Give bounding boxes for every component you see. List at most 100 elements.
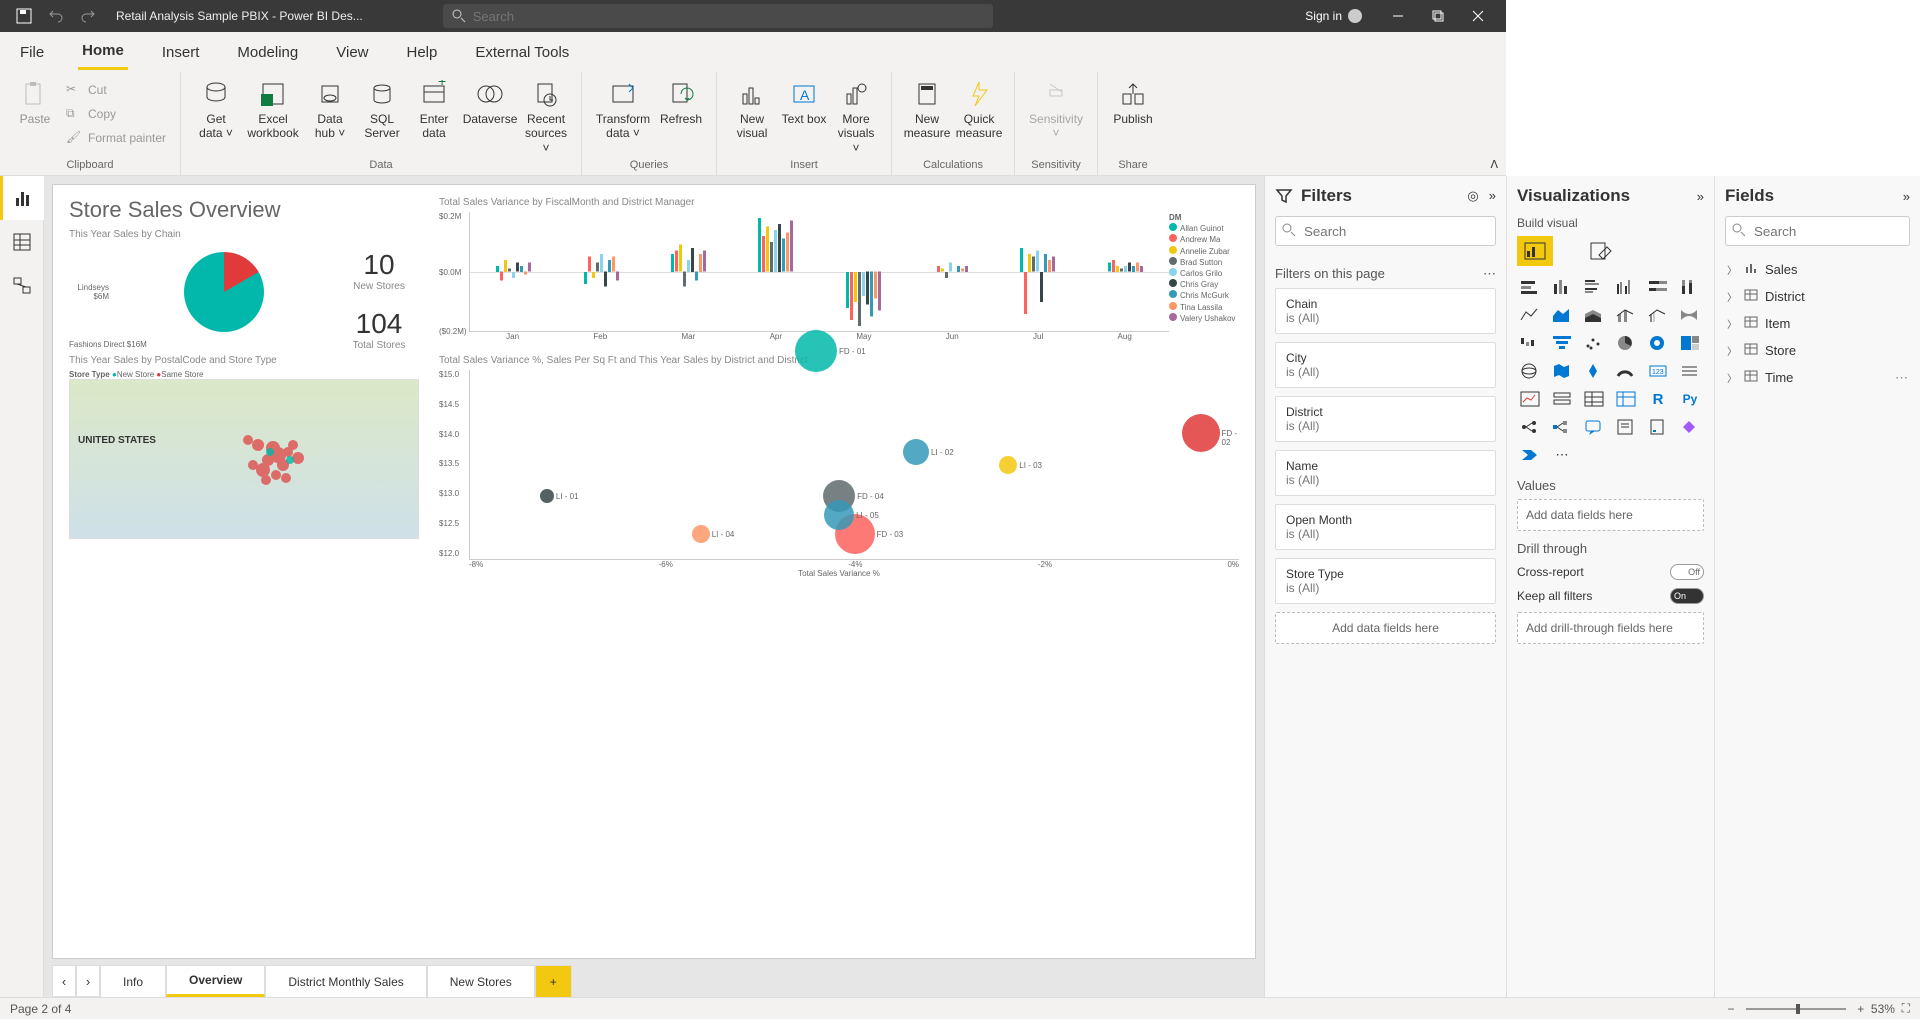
powerautomate-icon[interactable] xyxy=(1517,444,1543,466)
tab-view[interactable]: View xyxy=(332,36,372,69)
build-mode-button[interactable] xyxy=(1517,236,1553,266)
dataverse-button[interactable]: Dataverse xyxy=(461,76,519,128)
redo-icon[interactable] xyxy=(76,4,100,28)
line-icon[interactable] xyxy=(1517,304,1543,326)
azure-map-icon[interactable] xyxy=(1581,360,1607,382)
format-mode-button[interactable] xyxy=(1583,236,1619,266)
paste-button[interactable]: Paste xyxy=(10,76,60,128)
area-icon[interactable] xyxy=(1549,304,1575,326)
model-view-button[interactable] xyxy=(0,264,44,308)
fit-to-page-button[interactable]: ⛶ xyxy=(1902,1001,1910,1016)
map-icon[interactable] xyxy=(1517,360,1543,382)
report-canvas[interactable]: Store Sales Overview This Year Sales by … xyxy=(44,176,1264,997)
clustered-bar-icon[interactable] xyxy=(1581,276,1607,298)
new-visual-button[interactable]: New visual xyxy=(727,76,777,143)
key-influencers-icon[interactable] xyxy=(1517,416,1543,438)
new-measure-button[interactable]: New measure xyxy=(902,76,952,143)
paginated-icon[interactable] xyxy=(1645,416,1671,438)
transform-data-button[interactable]: Transform data ˅ xyxy=(592,76,654,143)
eye-icon[interactable]: ◎ xyxy=(1467,188,1478,204)
zoom-in-button[interactable]: + xyxy=(1857,1002,1864,1016)
save-icon[interactable] xyxy=(12,4,36,28)
report-view-button[interactable] xyxy=(0,176,44,220)
undo-icon[interactable] xyxy=(44,4,68,28)
powerapps-icon[interactable] xyxy=(1677,416,1703,438)
pie-icon[interactable] xyxy=(1613,332,1639,354)
page-tab-newstores[interactable]: New Stores xyxy=(427,965,535,997)
qa-icon[interactable] xyxy=(1581,416,1607,438)
data-hub-button[interactable]: Data hub ˅ xyxy=(305,76,355,143)
ribbon-chart-icon[interactable] xyxy=(1677,304,1703,326)
hundred-bar-icon[interactable] xyxy=(1645,276,1671,298)
tab-modeling[interactable]: Modeling xyxy=(233,36,302,69)
tab-file[interactable]: File xyxy=(16,36,48,69)
keep-filters-toggle[interactable]: On xyxy=(1670,588,1704,604)
clustered-column-icon[interactable] xyxy=(1613,276,1639,298)
funnel-icon[interactable] xyxy=(1549,332,1575,354)
tab-home[interactable]: Home xyxy=(78,34,128,70)
filter-card-open-month[interactable]: Open Monthis (All) xyxy=(1275,504,1496,550)
maximize-button[interactable] xyxy=(1418,0,1458,32)
bar-visual[interactable]: Total Sales Variance by FiscalMonth and … xyxy=(439,197,1239,351)
field-table-district[interactable]: 〉District xyxy=(1725,283,1910,310)
multi-card-icon[interactable] xyxy=(1677,360,1703,382)
cut-button[interactable]: ✂Cut xyxy=(62,80,170,100)
format-painter-button[interactable]: 🖌Format painter xyxy=(62,128,170,148)
close-button[interactable] xyxy=(1458,0,1498,32)
filter-card-district[interactable]: Districtis (All) xyxy=(1275,396,1496,442)
tab-external-tools[interactable]: External Tools xyxy=(471,36,573,69)
more-icon[interactable]: ⋯ xyxy=(1895,370,1908,386)
stacked-area-icon[interactable] xyxy=(1581,304,1607,326)
page-prev-button[interactable]: ‹ xyxy=(52,965,76,997)
donut-icon[interactable] xyxy=(1645,332,1671,354)
more-viz-icon[interactable]: ⋯ xyxy=(1549,444,1575,466)
drill-dropzone[interactable]: Add drill-through fields here xyxy=(1517,612,1704,644)
bubble-visual[interactable]: Total Sales Variance %, Sales Per Sq Ft … xyxy=(439,355,1239,578)
map-visual[interactable]: This Year Sales by PostalCode and Store … xyxy=(69,355,419,578)
data-view-button[interactable] xyxy=(0,220,44,264)
field-table-item[interactable]: 〉Item xyxy=(1725,310,1910,337)
line-clustered-column-icon[interactable] xyxy=(1645,304,1671,326)
line-stacked-column-icon[interactable] xyxy=(1613,304,1639,326)
sensitivity-button[interactable]: Sensitivity˅ xyxy=(1025,76,1087,143)
page-tab-district[interactable]: District Monthly Sales xyxy=(265,965,426,997)
hundred-column-icon[interactable] xyxy=(1677,276,1703,298)
collapse-ribbon-button[interactable]: ᐱ xyxy=(1490,158,1498,171)
copy-button[interactable]: ⧉Copy xyxy=(62,104,170,124)
filter-card-chain[interactable]: Chainis (All) xyxy=(1275,288,1496,334)
waterfall-icon[interactable] xyxy=(1517,332,1543,354)
card-visuals[interactable]: 10 New Stores 104 Total Stores xyxy=(339,229,419,351)
enter-data-button[interactable]: +Enter data xyxy=(409,76,459,143)
collapse-filters-button[interactable]: » xyxy=(1489,188,1496,204)
slicer-icon[interactable] xyxy=(1549,388,1575,410)
field-table-time[interactable]: 〉Time⋯ xyxy=(1725,364,1910,391)
py-visual-icon[interactable]: Py xyxy=(1677,388,1703,410)
filters-search-input[interactable] xyxy=(1275,216,1496,246)
zoom-out-button[interactable]: − xyxy=(1728,1002,1735,1016)
table-icon[interactable] xyxy=(1581,388,1607,410)
field-table-sales[interactable]: 〉Sales xyxy=(1725,256,1910,283)
signin-button[interactable]: Sign in xyxy=(1305,9,1362,23)
page-next-button[interactable]: › xyxy=(76,965,100,997)
more-visuals-button[interactable]: More visuals ˅ xyxy=(831,76,881,157)
quick-measure-button[interactable]: Quick measure xyxy=(954,76,1004,143)
values-dropzone[interactable]: Add data fields here xyxy=(1517,499,1704,531)
fields-search-input[interactable] xyxy=(1725,216,1910,246)
zoom-control[interactable]: − + 53% xyxy=(1728,1002,1895,1016)
filter-card-name[interactable]: Nameis (All) xyxy=(1275,450,1496,496)
publish-button[interactable]: Publish xyxy=(1108,76,1158,128)
filters-dropzone[interactable]: Add data fields here xyxy=(1275,612,1496,644)
more-icon[interactable]: ⋯ xyxy=(1483,266,1496,282)
narrative-icon[interactable] xyxy=(1613,416,1639,438)
refresh-button[interactable]: Refresh xyxy=(656,76,706,128)
excel-button[interactable]: Excel workbook xyxy=(243,76,303,143)
text-box-button[interactable]: AText box xyxy=(779,76,829,128)
collapse-fields-button[interactable]: » xyxy=(1903,189,1910,204)
report-page[interactable]: Store Sales Overview This Year Sales by … xyxy=(52,184,1256,959)
add-page-button[interactable]: + xyxy=(535,965,572,997)
tab-help[interactable]: Help xyxy=(403,36,442,69)
sql-server-button[interactable]: SQL Server xyxy=(357,76,407,143)
filter-card-city[interactable]: Cityis (All) xyxy=(1275,342,1496,388)
cross-report-toggle[interactable]: Off xyxy=(1670,564,1704,580)
field-table-store[interactable]: 〉Store xyxy=(1725,337,1910,364)
